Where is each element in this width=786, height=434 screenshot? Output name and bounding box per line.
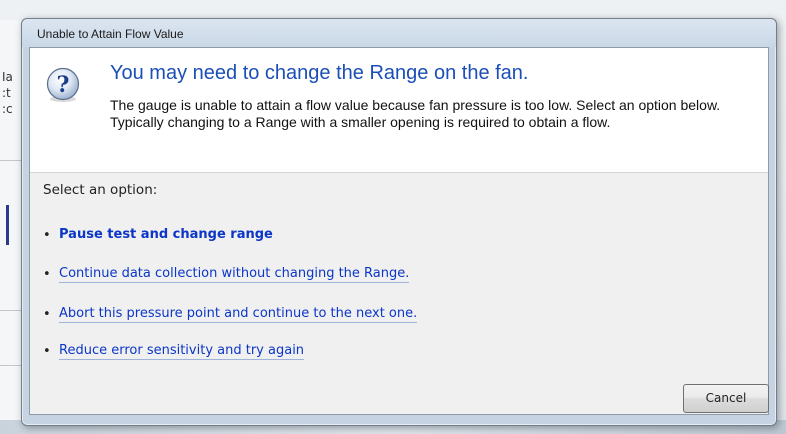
svg-text:?: ? xyxy=(57,72,70,98)
dialog-client-area: ? You may need to change the Range on th… xyxy=(29,47,769,415)
cancel-button[interactable]: Cancel xyxy=(683,384,769,413)
option-reduce-sensitivity[interactable]: • Reduce error sensitivity and try again xyxy=(43,340,305,362)
bullet-icon: • xyxy=(43,306,51,322)
option-pause-test[interactable]: • Pause test and change range xyxy=(43,224,273,246)
dialog-content-area: ? You may need to change the Range on th… xyxy=(30,48,768,173)
option-link[interactable]: Abort this pressure point and continue t… xyxy=(59,306,418,323)
content-text: The gauge is unable to attain a flow val… xyxy=(110,97,721,130)
background-text-fragment: Ia xyxy=(2,70,13,84)
dialog-title: Unable to Attain Flow Value xyxy=(37,27,184,41)
background-selection-bar xyxy=(6,205,9,245)
task-dialog: Unable to Attain Flow Value ? You may ne… xyxy=(21,18,777,426)
bullet-icon: • xyxy=(43,266,51,282)
background-text-fragment: :c xyxy=(2,102,13,116)
dialog-title-bar[interactable]: Unable to Attain Flow Value xyxy=(22,19,776,47)
option-continue-collection[interactable]: • Continue data collection without chang… xyxy=(43,263,410,285)
option-link[interactable]: Continue data collection without changin… xyxy=(59,266,410,283)
main-instruction: You may need to change the Range on the … xyxy=(110,62,529,84)
option-link[interactable]: Pause test and change range xyxy=(59,227,273,243)
question-mark-icon: ? xyxy=(46,67,80,102)
background-text-fragment: :t xyxy=(2,86,11,100)
select-option-label: Select an option: xyxy=(43,182,158,198)
option-abort-pressure-point[interactable]: • Abort this pressure point and continue… xyxy=(43,303,418,325)
option-link[interactable]: Reduce error sensitivity and try again xyxy=(59,343,305,360)
bullet-icon: • xyxy=(43,227,51,243)
bullet-icon: • xyxy=(43,343,51,359)
